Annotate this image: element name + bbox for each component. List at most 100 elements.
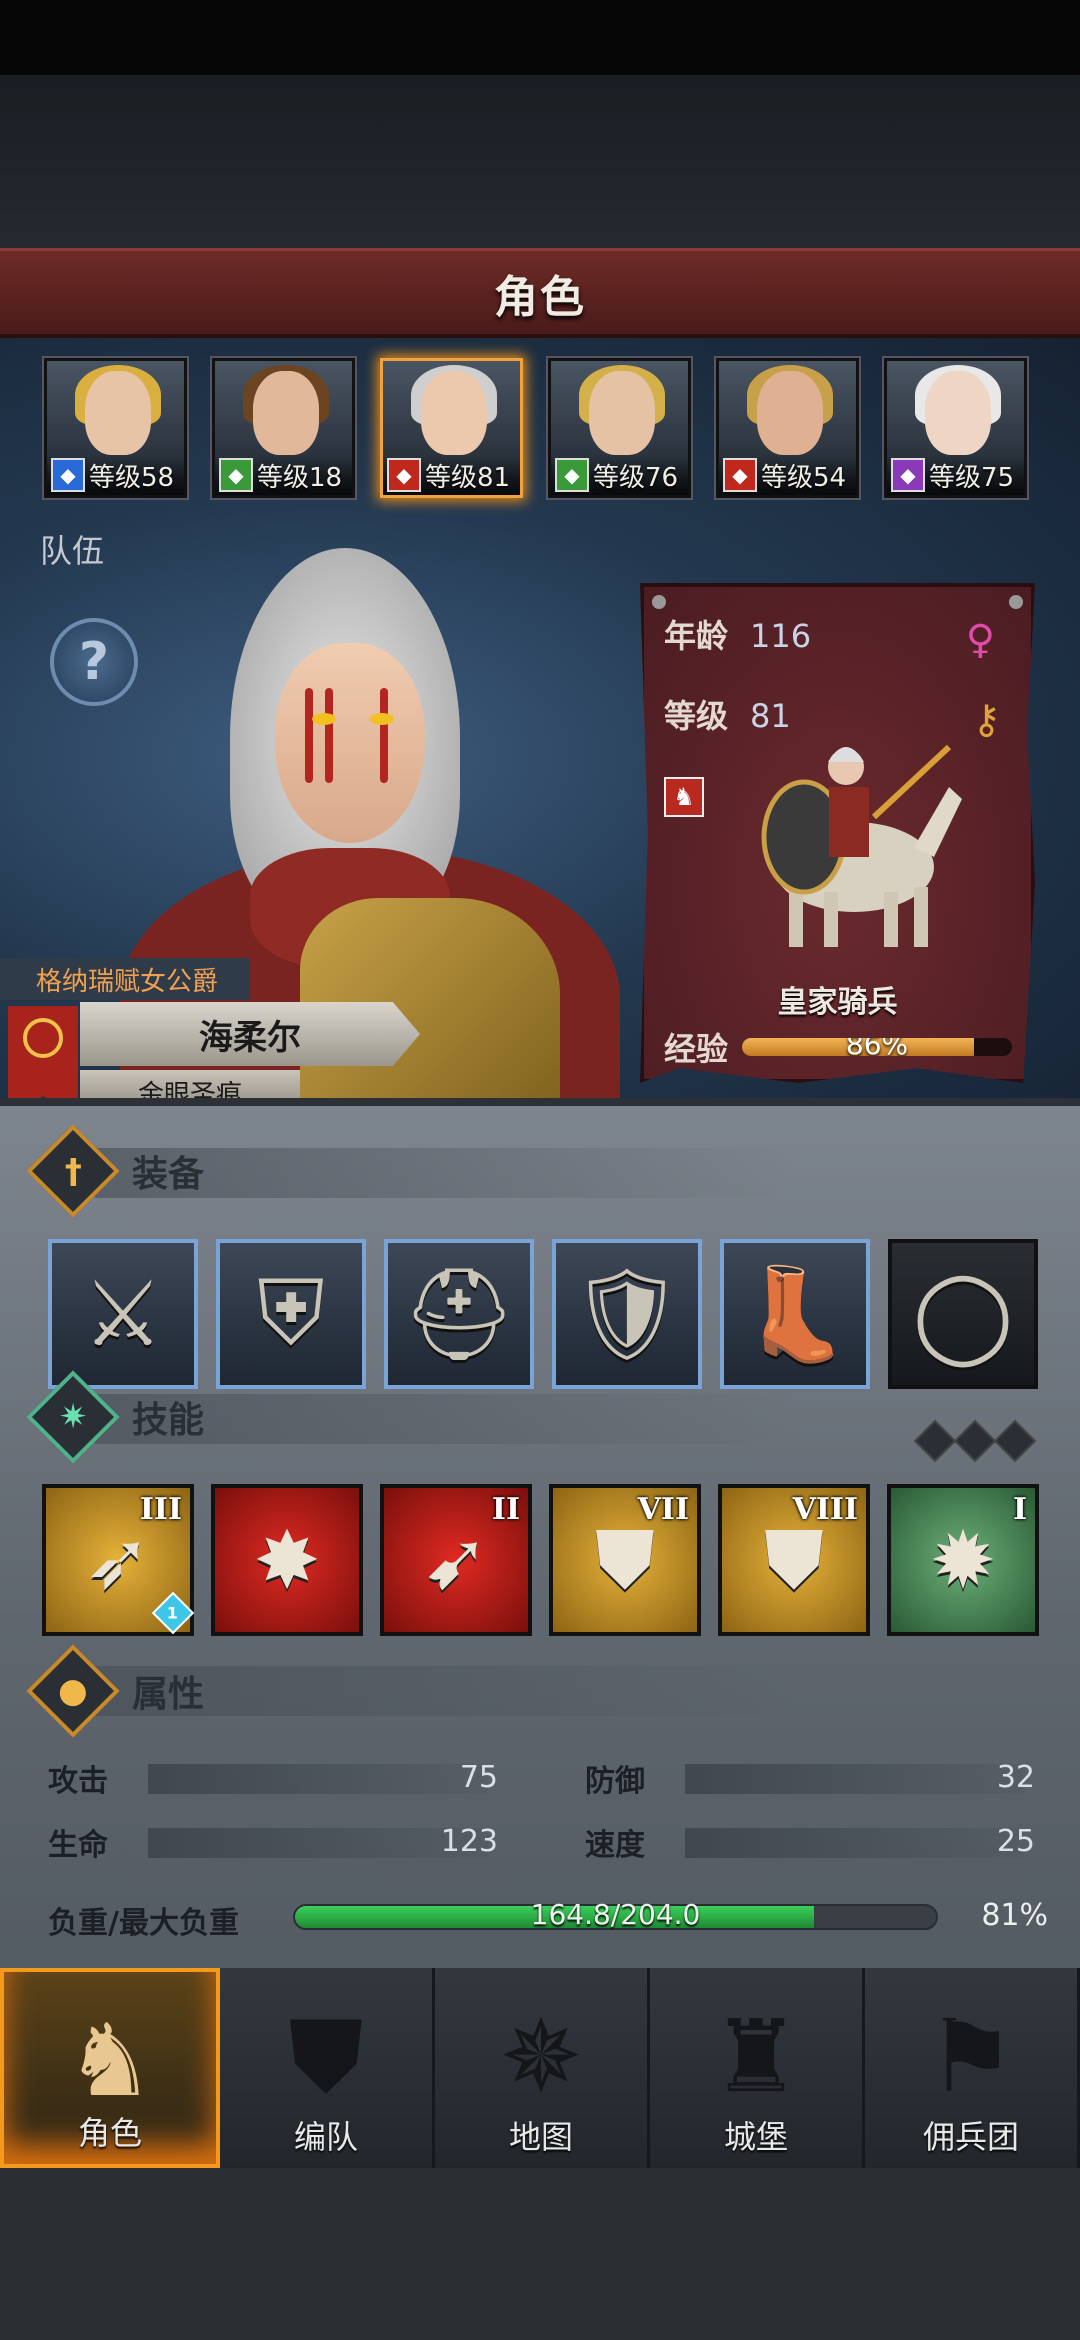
- empty-slot-icon: [953, 1419, 997, 1463]
- skill-rank: VII: [637, 1492, 689, 1527]
- load-value: 164.8/204.0: [530, 1898, 701, 1931]
- defense-bar: [685, 1764, 1025, 1794]
- skill-gem-icon: 1: [151, 1591, 195, 1635]
- status-bar: [0, 0, 1080, 75]
- skills-header: ✷ 技能: [26, 1370, 205, 1464]
- attributes-header: ● 属性: [26, 1644, 205, 1738]
- portrait-armor: [300, 898, 560, 1098]
- hero-face: [253, 371, 319, 455]
- skill-slot-0[interactable]: ➶ III 1: [42, 1484, 195, 1636]
- skill-slot-indicators: [913, 1419, 1037, 1463]
- skills-section-icon: ✷: [26, 1370, 120, 1464]
- exp-percent: 86%: [845, 1038, 909, 1056]
- class-name: 皇家骑兵: [777, 985, 898, 1020]
- nav-tab-2[interactable]: ✵ 地图: [435, 1968, 650, 2168]
- staff-class-icon: ◆: [891, 458, 925, 492]
- defense-value: 32: [996, 1760, 1035, 1795]
- hero-level: 等级58: [89, 462, 175, 493]
- hero-level: 等级18: [257, 462, 343, 493]
- hero-face: [925, 371, 991, 455]
- roster-hero-0[interactable]: ◆ 等级58: [44, 358, 187, 498]
- skill-rank: I: [1012, 1492, 1027, 1527]
- speed-value: 25: [996, 1824, 1035, 1859]
- cavalry-class-icon: ◆: [387, 458, 421, 492]
- hero-name[interactable]: 海柔尔: [80, 1002, 420, 1066]
- boots-icon: 👢: [738, 1261, 852, 1367]
- skill-rank: VIII: [792, 1492, 858, 1527]
- bow-class-icon: ◆: [219, 458, 253, 492]
- hp-bar: [148, 1828, 488, 1858]
- rivet: [1009, 595, 1023, 609]
- equipment-section-icon: †: [26, 1124, 120, 1218]
- knight-icon: ♞: [65, 2002, 155, 2119]
- hero-level-row: ◆ 等级58: [47, 455, 184, 495]
- shield-bash-skill-icon: ⛊: [764, 1513, 824, 1606]
- roster-hero-4[interactable]: ◆ 等级54: [716, 358, 859, 498]
- age-label: 年龄: [664, 617, 729, 655]
- strike-skill-icon: ✸: [253, 1513, 321, 1607]
- hero-face: [757, 371, 823, 455]
- page-title: 角色: [494, 271, 586, 323]
- speed-row: 速度 25: [585, 1820, 1035, 1864]
- nav-tab-label: 佣兵团: [922, 2118, 1019, 2156]
- speed-bar: [685, 1828, 1025, 1858]
- nav-tab-1[interactable]: ⛊ 编队: [220, 1968, 435, 2168]
- equipment-slot-3[interactable]: 🛡: [552, 1239, 702, 1389]
- header-backdrop: [0, 75, 1080, 250]
- arrow-skill-icon: ➹: [422, 1513, 490, 1607]
- load-label: 负重/最大负重: [48, 1906, 239, 1941]
- nav-tab-0[interactable]: ♞ 角色: [0, 1968, 220, 2168]
- roster-hero-2[interactable]: ◆ 等级81: [380, 358, 523, 498]
- skill-slot-5[interactable]: ✹ I: [887, 1484, 1039, 1636]
- skill-slot-2[interactable]: ➹ II: [380, 1484, 532, 1636]
- attributes-title: 属性: [132, 1674, 205, 1715]
- equipment-slot-1[interactable]: ⛨: [216, 1239, 366, 1389]
- character-stage: ◆ 等级58 ◆ 等级18 ◆ 等级81 ◆ 等级76 ◆ 等级54 ◆ 等级75 队伍 ? 格纳瑞赋…: [0, 338, 1080, 1098]
- skills-title: 技能: [132, 1400, 205, 1441]
- exp-progress-bar: 86%: [742, 1038, 1013, 1056]
- age-row: 年龄 116: [664, 611, 811, 657]
- hero-level: 等级76: [593, 462, 679, 493]
- burst-skill-icon: ✹: [929, 1513, 997, 1607]
- level-label: 等级: [664, 697, 729, 735]
- hero-level-row: ◆ 等级54: [719, 455, 856, 495]
- nav-tab-3[interactable]: ♜ 城堡: [650, 1968, 865, 2168]
- key-icon[interactable]: ⚷: [972, 697, 1001, 743]
- age-value: 116: [750, 617, 812, 655]
- equipment-slot-2[interactable]: ⛑: [384, 1239, 534, 1389]
- empty-slot-icon: [993, 1419, 1037, 1463]
- skill-rank: II: [491, 1492, 520, 1527]
- faction-sigil-icon: [23, 1018, 63, 1058]
- skill-slot-1[interactable]: ✸: [211, 1484, 363, 1636]
- roster-hero-1[interactable]: ◆ 等级18: [212, 358, 355, 498]
- nav-tab-label: 角色: [77, 2114, 142, 2152]
- experience-row: 经验 86%: [664, 1027, 1019, 1068]
- equipment-slot-5[interactable]: ◯: [888, 1239, 1038, 1389]
- warpaint-mark: [305, 688, 313, 783]
- sword-class-icon: ◆: [51, 458, 85, 492]
- castle-icon: ♜: [711, 1998, 801, 2115]
- formation-icon: ⛊: [288, 1998, 364, 2115]
- nav-tab-4[interactable]: ⚑ 佣兵团: [865, 1968, 1080, 2168]
- hero-level-row: ◆ 等级18: [215, 455, 352, 495]
- skill-slot-3[interactable]: ⛊ VII: [549, 1484, 701, 1636]
- skill-list: ➶ III 1 ✸ ➹ II ⛊ VII ⛊ VIII ✹ I: [42, 1484, 1039, 1636]
- bow-class-icon: ◆: [555, 458, 589, 492]
- warpaint-mark: [325, 688, 333, 783]
- nav-tab-label: 编队: [293, 2118, 358, 2156]
- royal-cavalry-illustration: [761, 744, 962, 947]
- hp-value: 123: [440, 1824, 498, 1859]
- roster-hero-3[interactable]: ◆ 等级76: [548, 358, 691, 498]
- hero-level: 等级75: [929, 462, 1015, 493]
- faction-banner: [8, 1006, 78, 1098]
- hero-level: 等级81: [425, 462, 511, 493]
- speed-label: 速度: [585, 1828, 645, 1863]
- compass-icon: ✵: [499, 1998, 583, 2115]
- equipment-slot-4[interactable]: 👢: [720, 1239, 870, 1389]
- roster-hero-5[interactable]: ◆ 等级75: [884, 358, 1027, 498]
- ring-icon: ◯: [912, 1261, 1014, 1367]
- skill-slot-4[interactable]: ⛊ VIII: [718, 1484, 870, 1636]
- equipment-slot-0[interactable]: ⚔: [48, 1239, 198, 1389]
- portrait-eye: [370, 713, 394, 725]
- shield-bash-skill-icon: ⛊: [595, 1513, 655, 1606]
